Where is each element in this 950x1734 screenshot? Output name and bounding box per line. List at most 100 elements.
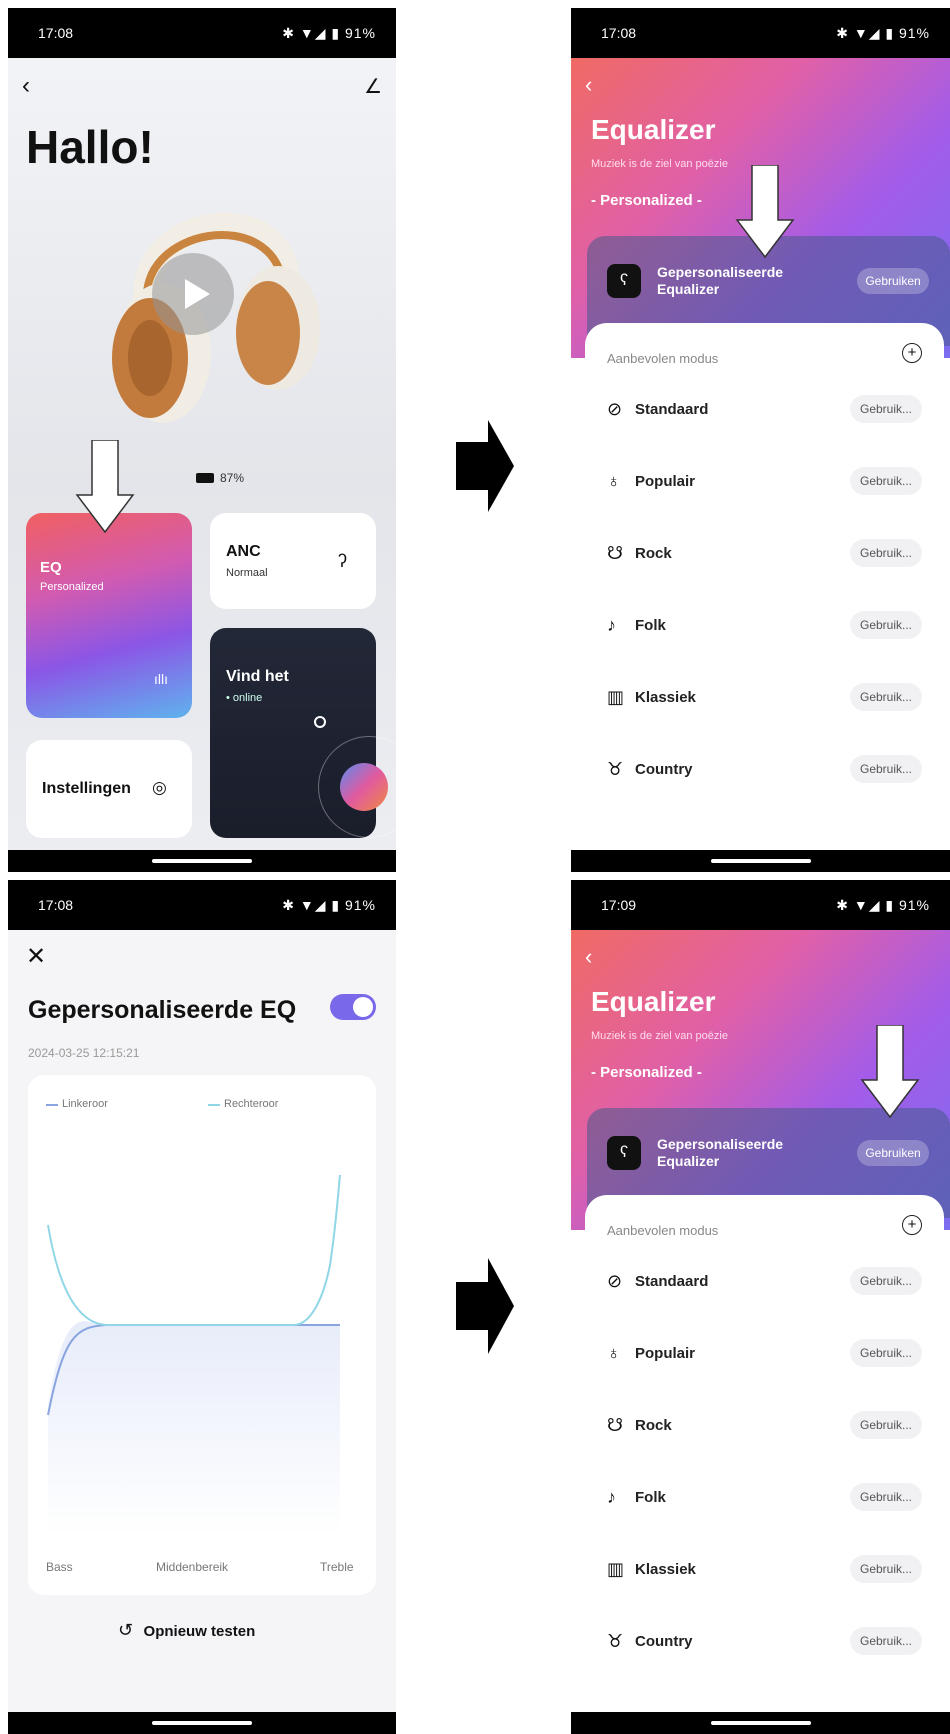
- home-indicator[interactable]: [152, 1721, 252, 1725]
- equalizer-screen: 17:08 ✱ ▼◢ ▮ 91% ‹ Equalizer Muziek is d…: [571, 8, 950, 872]
- mode-row-populair[interactable]: ♁ Populair Gebruik...: [585, 1317, 944, 1389]
- recommended-label: Aanbevolen modus: [607, 1223, 719, 1238]
- home-screen: 17:08 ✱ ▼◢ ▮ 91% ‹ ∠ Hallo! 87% EQ Perso…: [8, 8, 396, 872]
- equalizer-title: Equalizer: [591, 114, 716, 145]
- equalizer-subtitle: Muziek is de ziel van poëzie: [591, 1030, 728, 1042]
- mode-row-folk[interactable]: ♪ Folk Gebruik...: [585, 589, 944, 661]
- home-indicator[interactable]: [710, 859, 811, 863]
- ear-icon: ʕ: [607, 1136, 641, 1170]
- ear-icon: ʔ: [338, 551, 347, 571]
- status-icons: ✱ ▼◢ ▮ 91%: [836, 25, 930, 41]
- recommended-modes-sheet: Aanbevolen modus + ⊘ Standaard Gebruik... …: [585, 323, 944, 853]
- home-indicator[interactable]: [710, 1721, 811, 1725]
- use-klassiek-button[interactable]: Gebruik...: [850, 683, 922, 711]
- eq-curve-card: Linkeroor Rechteroor Bass Middenbereik T…: [28, 1075, 376, 1595]
- recommended-modes-sheet: Aanbevolen modus + ⊘ Standaard Gebruik... …: [585, 1195, 944, 1715]
- use-personalized-button[interactable]: Gebruiken: [857, 268, 929, 294]
- mode-row-klassiek[interactable]: ▥ Klassiek Gebruik...: [585, 661, 944, 733]
- mode-row-folk[interactable]: ♪ Folk Gebruik...: [585, 1461, 944, 1533]
- eq-card[interactable]: EQ Personalized ıllı: [26, 513, 192, 718]
- mode-row-standaard[interactable]: ⊘ Standaard Gebruik...: [585, 373, 944, 445]
- settings-icon: ◎: [152, 778, 167, 797]
- mode-row-standaard[interactable]: ⊘ Standaard Gebruik...: [585, 1245, 944, 1317]
- annotation-arrow-down-icon: [860, 1025, 920, 1119]
- use-personalized-button[interactable]: Gebruiken: [857, 1140, 929, 1166]
- battery-level: 87%: [220, 471, 245, 485]
- nav-bar: [571, 850, 950, 872]
- x-label-mid: Middenbereik: [156, 1560, 229, 1574]
- add-mode-icon[interactable]: +: [902, 343, 922, 363]
- legend-right-swatch: [208, 1104, 220, 1106]
- equalizer-screen-use: 17:09 ✱ ▼◢ ▮ 91% ‹ Equalizer Muziek is d…: [571, 880, 950, 1734]
- ear-icon: ʕ: [607, 264, 641, 298]
- equalizer-subtitle: Muziek is de ziel van poëzie: [591, 158, 728, 170]
- legend-left-swatch: [46, 1104, 58, 1106]
- waveform-icon: ıllı: [154, 671, 168, 687]
- use-country-button[interactable]: Gebruik...: [850, 1627, 922, 1655]
- anc-card-title: ANC: [226, 543, 261, 560]
- mode-row-country[interactable]: ♉ Country Gebruik...: [585, 733, 944, 805]
- nav-bar: [571, 1712, 950, 1734]
- rock-icon: ☋: [607, 1415, 623, 1435]
- use-rock-button[interactable]: Gebruik...: [850, 1411, 922, 1439]
- x-label-treble: Treble: [320, 1560, 354, 1574]
- status-icons: ✱ ▼◢ ▮ 91%: [282, 897, 376, 913]
- klassiek-icon: ▥: [607, 1559, 625, 1579]
- standaard-icon: ⊘: [607, 1271, 623, 1291]
- mode-row-rock[interactable]: ☋ Rock Gebruik...: [585, 517, 944, 589]
- status-bar: 17:08 ✱ ▼◢ ▮ 91%: [571, 8, 950, 58]
- mode-row-klassiek[interactable]: ▥ Klassiek Gebruik...: [585, 1533, 944, 1605]
- use-klassiek-button[interactable]: Gebruik...: [850, 1555, 922, 1583]
- edit-icon[interactable]: ∠: [364, 74, 382, 99]
- section-label: - Personalized -: [591, 192, 702, 209]
- use-folk-button[interactable]: Gebruik...: [850, 1483, 922, 1511]
- play-icon: [185, 279, 210, 309]
- anc-card[interactable]: ANC Normaal ʔ: [210, 513, 376, 609]
- folk-icon: ♪: [607, 1487, 616, 1507]
- recommended-label: Aanbevolen modus: [607, 351, 719, 366]
- use-rock-button[interactable]: Gebruik...: [850, 539, 922, 567]
- home-indicator[interactable]: [152, 859, 252, 863]
- play-button[interactable]: [152, 253, 234, 335]
- annotation-arrow-right-icon: [456, 420, 514, 512]
- mode-row-rock[interactable]: ☋ Rock Gebruik...: [585, 1389, 944, 1461]
- find-card[interactable]: Vind het • online: [210, 628, 396, 838]
- back-icon[interactable]: ‹: [585, 72, 592, 98]
- test-date: 2024-03-25 12:15:21: [28, 1046, 140, 1060]
- use-standaard-button[interactable]: Gebruik...: [850, 1267, 922, 1295]
- battery-icon: [196, 473, 214, 483]
- personal-eq-toggle[interactable]: [330, 994, 376, 1020]
- status-bar: 17:08 ✱ ▼◢ ▮ 91%: [8, 880, 396, 930]
- eq-curve-chart: [47, 1174, 341, 1535]
- back-icon[interactable]: ‹: [585, 944, 592, 970]
- status-bar: 17:09 ✱ ▼◢ ▮ 91%: [571, 880, 950, 930]
- settings-card[interactable]: Instellingen ◎: [26, 740, 192, 838]
- status-icons: ✱ ▼◢ ▮ 91%: [836, 897, 930, 913]
- status-icons: ✱ ▼◢ ▮ 91%: [282, 25, 376, 41]
- status-bar: 17:08 ✱ ▼◢ ▮ 91%: [8, 8, 396, 58]
- add-mode-icon[interactable]: +: [902, 1215, 922, 1235]
- folk-icon: ♪: [607, 615, 616, 635]
- status-time: 17:08: [38, 25, 74, 41]
- eq-card-title: EQ: [40, 559, 62, 576]
- personalized-eq-label: Gepersonaliseerde Equalizer: [657, 1136, 784, 1169]
- right-ear-curve: [47, 1174, 341, 1326]
- retest-label: Opnieuw testen: [143, 1623, 256, 1640]
- equalizer-title: Equalizer: [591, 986, 716, 1017]
- refresh-icon: ↺: [118, 1620, 134, 1640]
- close-icon[interactable]: ✕: [26, 942, 46, 971]
- mode-row-country[interactable]: ♉ Country Gebruik...: [585, 1605, 944, 1677]
- nav-bar: [8, 850, 396, 872]
- status-time: 17:08: [601, 25, 637, 41]
- find-card-title: Vind het: [226, 668, 289, 685]
- use-folk-button[interactable]: Gebruik...: [850, 611, 922, 639]
- retest-button[interactable]: ↺ Opnieuw testen: [118, 1620, 255, 1644]
- use-country-button[interactable]: Gebruik...: [850, 755, 922, 783]
- mode-row-populair[interactable]: ♁ Populair Gebruik...: [585, 445, 944, 517]
- use-populair-button[interactable]: Gebruik...: [850, 467, 922, 495]
- back-icon[interactable]: ‹: [22, 72, 30, 100]
- find-dot-icon: [314, 716, 326, 728]
- use-standaard-button[interactable]: Gebruik...: [850, 395, 922, 423]
- use-populair-button[interactable]: Gebruik...: [850, 1339, 922, 1367]
- country-icon: ♉: [607, 759, 624, 779]
